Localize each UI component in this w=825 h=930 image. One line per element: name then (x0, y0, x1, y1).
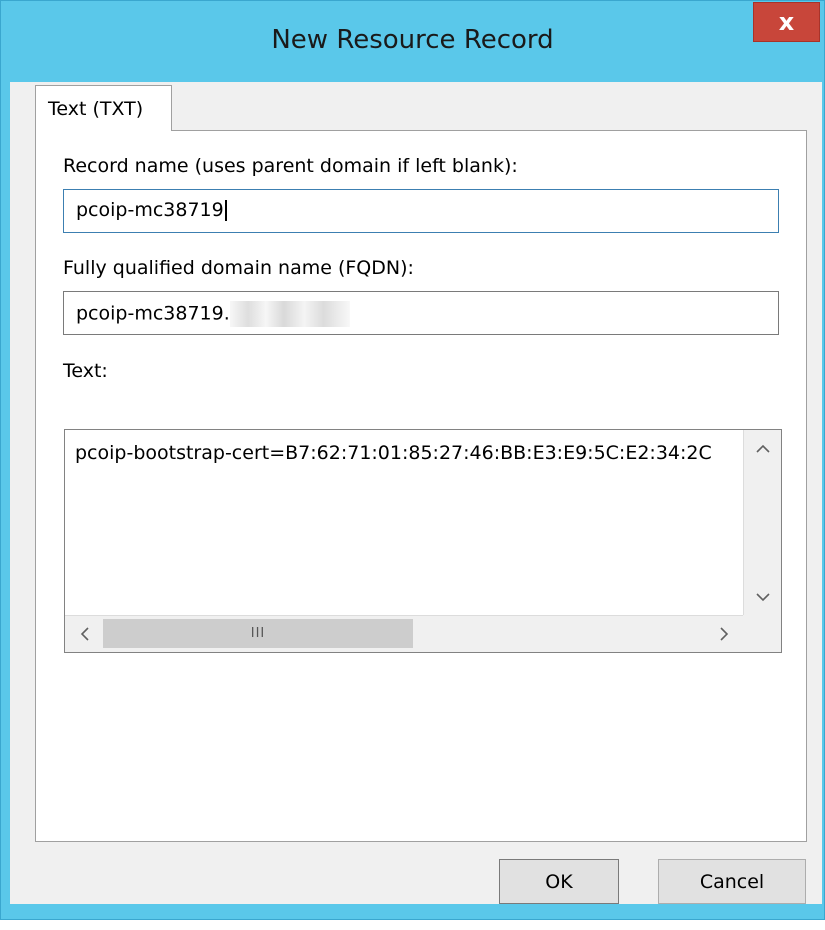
ok-button[interactable]: OK (499, 859, 619, 904)
text-textarea[interactable]: pcoip-bootstrap-cert=B7:62:71:01:85:27:4… (64, 429, 782, 653)
record-name-value: pcoip-mc38719 (76, 199, 224, 221)
chevron-up-icon[interactable] (744, 430, 781, 466)
tab-text-txt[interactable]: Text (TXT) (35, 85, 172, 131)
close-button[interactable]: x (753, 2, 820, 42)
horizontal-scrollbar[interactable]: III (65, 615, 743, 652)
window-title: New Resource Record (271, 25, 554, 55)
text-label: Text: (63, 360, 108, 382)
text-caret (224, 200, 227, 221)
record-name-label: Record name (uses parent domain if left … (63, 155, 518, 177)
chevron-down-icon[interactable] (744, 579, 781, 615)
dialog-window: New Resource Record x Text (TXT) Record … (0, 0, 825, 920)
cancel-button[interactable]: Cancel (658, 859, 806, 904)
chevron-right-icon[interactable] (705, 616, 743, 652)
tab-panel: Record name (uses parent domain if left … (35, 130, 807, 842)
dialog-client-area: Text (TXT) Record name (uses parent doma… (10, 82, 822, 904)
text-value: pcoip-bootstrap-cert=B7:62:71:01:85:27:4… (75, 442, 712, 464)
scrollbar-corner (743, 615, 781, 652)
title-bar: New Resource Record x (1, 1, 824, 83)
fqdn-value: pcoip-mc38719. (76, 302, 230, 325)
fqdn-label: Fully qualified domain name (FQDN): (63, 257, 414, 279)
scroll-thumb-grip: III (250, 626, 266, 641)
chevron-left-icon[interactable] (65, 616, 103, 652)
close-icon: x (778, 8, 795, 36)
fqdn-field: pcoip-mc38719. (63, 291, 779, 335)
vertical-scrollbar[interactable] (743, 430, 781, 615)
horizontal-scroll-thumb[interactable]: III (103, 619, 413, 648)
record-name-input[interactable]: pcoip-mc38719 (63, 189, 779, 233)
redacted-domain (229, 301, 350, 327)
